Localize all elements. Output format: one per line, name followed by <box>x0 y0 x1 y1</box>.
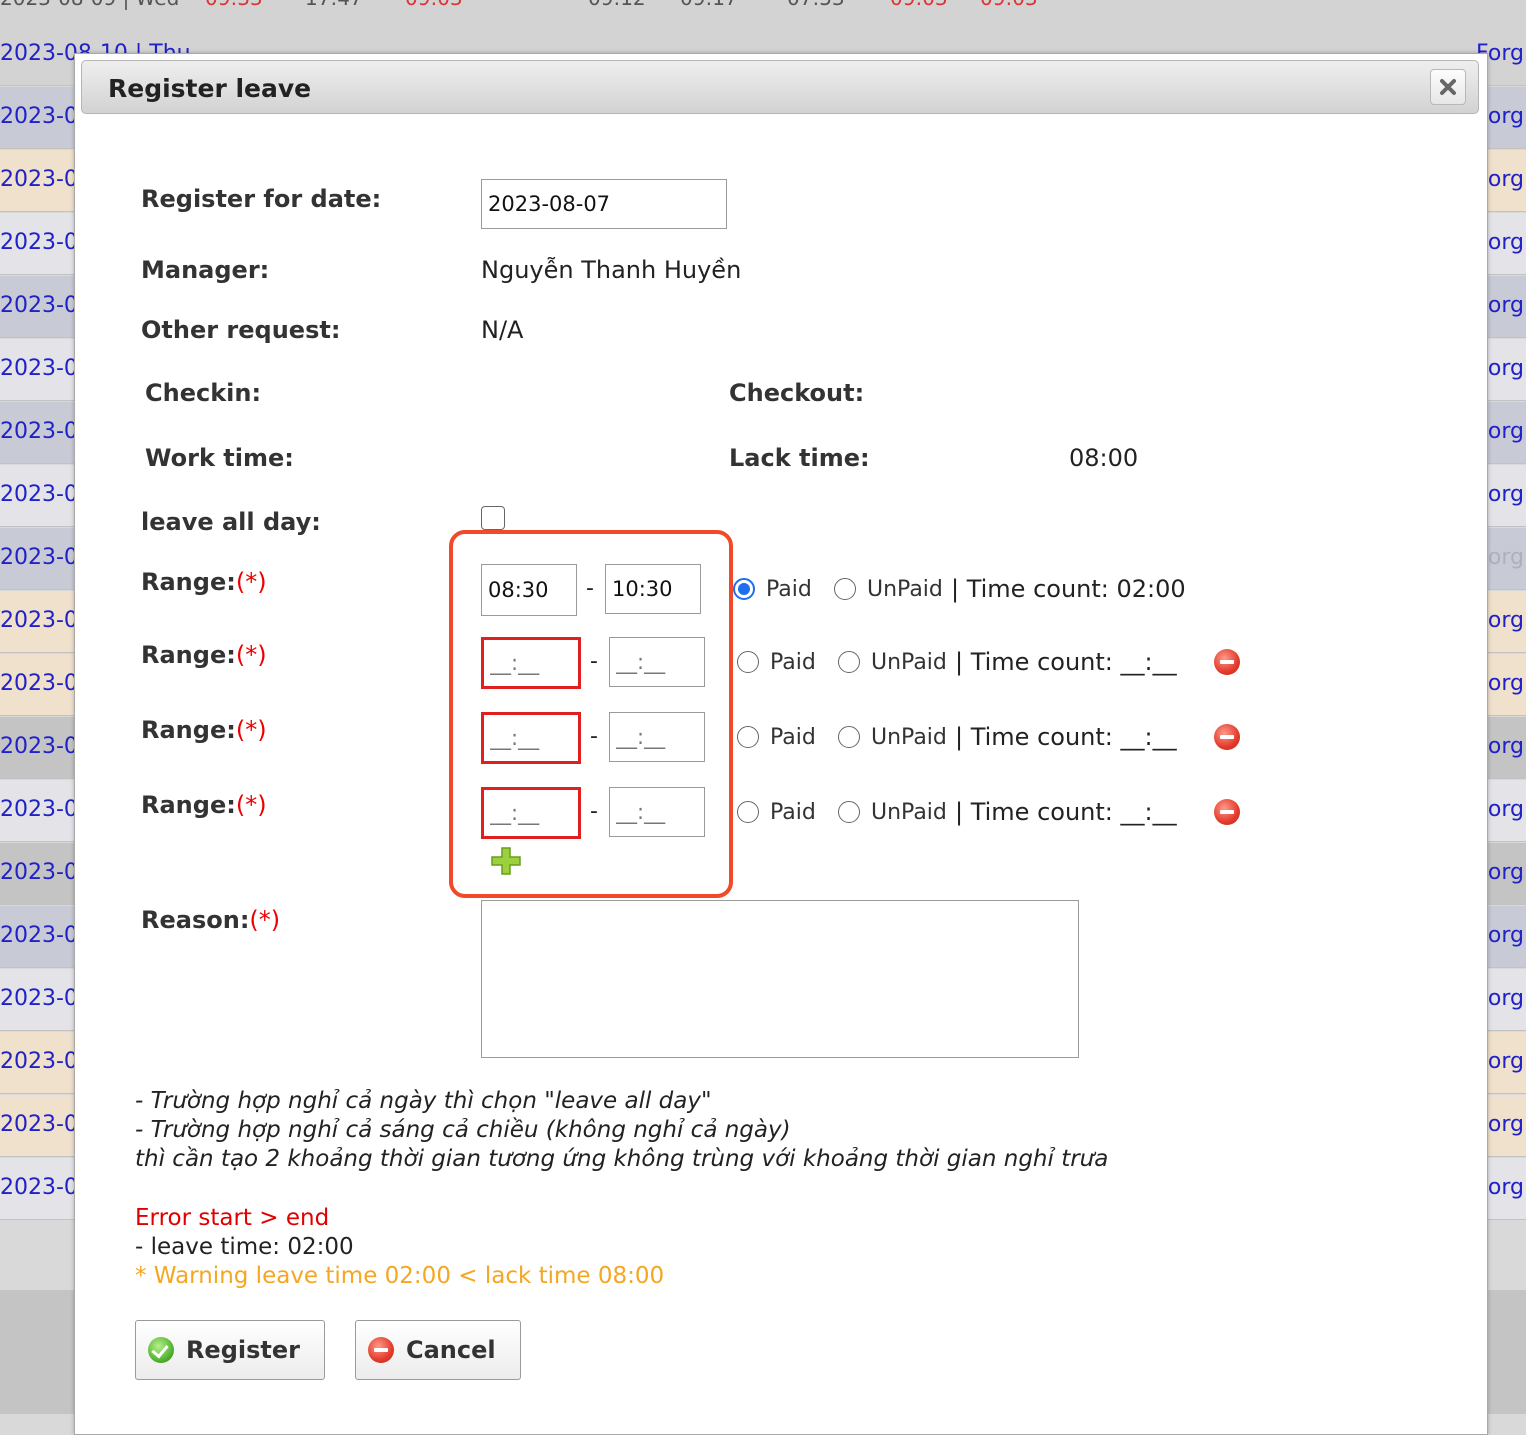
leave-time-message: - leave time: 02:00 <box>135 1234 354 1260</box>
range-label: Range:(*) <box>141 791 267 819</box>
remove-range-icon[interactable] <box>1214 649 1240 675</box>
background-top-cell: 17:47 <box>305 0 363 10</box>
reason-textarea[interactable] <box>481 900 1079 1058</box>
paid-radio[interactable] <box>737 651 759 673</box>
background-top-cell: 2023-08-09 | Wed <box>0 0 179 10</box>
cancel-icon <box>368 1337 394 1363</box>
reason-label: Reason:(*) <box>141 906 281 934</box>
lack-time-value: 08:00 <box>1069 444 1139 472</box>
range-separator: - <box>590 649 598 674</box>
warning-message: * Warning leave time 02:00 < lack time 0… <box>135 1263 665 1289</box>
dialog-titlebar[interactable]: Register leave <box>81 60 1479 114</box>
dialog-title: Register leave <box>108 74 312 103</box>
range-separator: - <box>590 799 598 824</box>
leave-all-day-label: leave all day: <box>141 508 321 536</box>
range-label: Range:(*) <box>141 568 267 596</box>
cancel-button[interactable]: Cancel <box>355 1320 521 1380</box>
background-top-row: 2023-08-09 | Wed 09:33 17:47 09:03 09:12 09:1… <box>0 0 1526 24</box>
range-separator: - <box>590 724 598 749</box>
range-start-input[interactable] <box>481 564 577 616</box>
register-leave-dialog: Register leave Register for date: Manage… <box>74 53 1488 1435</box>
paid-label: Paid <box>770 725 816 750</box>
range-end-input[interactable] <box>605 564 701 614</box>
background-top-cell: 07:53 <box>787 0 845 10</box>
check-icon <box>148 1337 174 1363</box>
time-count: | Time count: __:__ <box>955 798 1177 826</box>
background-top-cell: 09:17 <box>680 0 738 10</box>
other-request-label: Other request: <box>141 316 341 344</box>
range-separator: - <box>586 576 594 601</box>
range-end-input[interactable] <box>609 712 705 762</box>
background-top-cell: 09:03 <box>980 0 1038 10</box>
background-top-cell: 09:12 <box>588 0 646 10</box>
register-date-input[interactable] <box>481 179 727 229</box>
paid-radio[interactable] <box>737 726 759 748</box>
remove-range-icon[interactable] <box>1214 799 1240 825</box>
paid-label: Paid <box>770 650 816 675</box>
close-icon <box>1440 79 1456 95</box>
error-message: Error start > end <box>135 1205 330 1231</box>
remove-range-icon[interactable] <box>1214 724 1240 750</box>
time-count: | Time count: __:__ <box>955 648 1177 676</box>
range-start-input[interactable] <box>481 712 581 764</box>
background-top-cell: 09:03 <box>405 0 463 10</box>
paid-radio[interactable] <box>737 801 759 823</box>
checkin-label: Checkin: <box>145 379 262 407</box>
unpaid-label: UnPaid <box>871 650 947 675</box>
note-line-3: thì cần tạo 2 khoảng thời gian tương ứng… <box>135 1146 1109 1172</box>
range-start-input[interactable] <box>481 787 581 839</box>
register-date-label: Register for date: <box>141 185 382 213</box>
cancel-button-label: Cancel <box>406 1336 496 1364</box>
work-time-label: Work time: <box>145 444 294 472</box>
background-top-cell: 09:33 <box>205 0 263 10</box>
unpaid-label: UnPaid <box>867 577 943 602</box>
note-line-1: - Trường hợp nghỉ cả ngày thì chọn "leav… <box>135 1088 712 1114</box>
range-start-input[interactable] <box>481 637 581 689</box>
time-count: | Time count: 02:00 <box>951 575 1186 603</box>
paid-label: Paid <box>766 577 812 602</box>
time-count: | Time count: __:__ <box>955 723 1177 751</box>
leave-all-day-checkbox[interactable] <box>481 506 505 530</box>
unpaid-label: UnPaid <box>871 800 947 825</box>
other-request-value: N/A <box>481 316 524 344</box>
lack-time-label: Lack time: <box>729 444 870 472</box>
register-button-label: Register <box>185 1336 300 1364</box>
checkout-label: Checkout: <box>729 379 865 407</box>
unpaid-radio[interactable] <box>838 801 860 823</box>
manager-label: Manager: <box>141 256 270 284</box>
add-range-icon[interactable] <box>490 846 522 876</box>
manager-value: Nguyễn Thanh Huyền <box>481 256 742 284</box>
register-button[interactable]: Register <box>135 1320 325 1380</box>
range-label: Range:(*) <box>141 641 267 669</box>
range-end-input[interactable] <box>609 637 705 687</box>
unpaid-radio[interactable] <box>838 651 860 673</box>
paid-radio[interactable] <box>733 578 755 600</box>
close-button[interactable] <box>1430 69 1466 105</box>
note-line-2: - Trường hợp nghỉ cả sáng cả chiều (khôn… <box>135 1117 791 1143</box>
range-end-input[interactable] <box>609 787 705 837</box>
unpaid-radio[interactable] <box>834 578 856 600</box>
unpaid-radio[interactable] <box>838 726 860 748</box>
range-label: Range:(*) <box>141 716 267 744</box>
background-top-cell: 09:03 <box>890 0 948 10</box>
paid-label: Paid <box>770 800 816 825</box>
unpaid-label: UnPaid <box>871 725 947 750</box>
